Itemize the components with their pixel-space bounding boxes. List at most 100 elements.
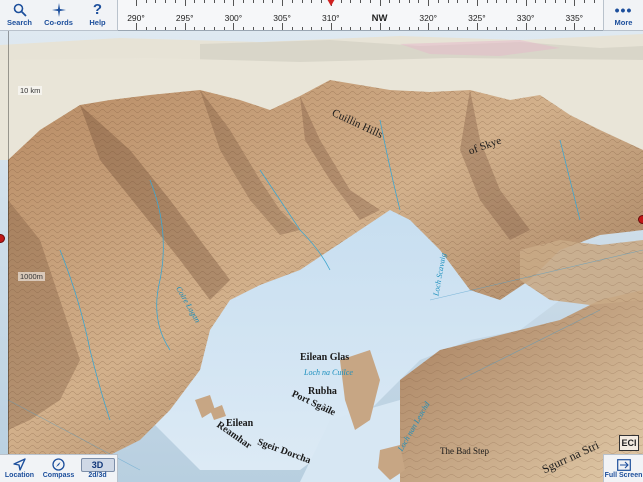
bearing-minor-tick [340, 27, 342, 30]
help-button[interactable]: ? Help [78, 0, 117, 30]
bearing-minor-tick [223, 27, 225, 30]
bearing-minor-tick [369, 27, 371, 30]
bearing-label: 310° [322, 13, 340, 23]
bearing-label: 305° [273, 13, 291, 23]
right-edge-marker[interactable] [638, 215, 643, 224]
bearing-top-tick [584, 0, 586, 3]
bearing-top-tick [282, 0, 284, 6]
full-screen-label: Full Screen [604, 472, 643, 479]
bearing-top-tick [213, 0, 215, 3]
compass-bearing-strip[interactable]: 290° 295° 300° 305° 310° NW 320° 325° 330° 335° [118, 0, 603, 31]
bearing-top-tick [379, 0, 381, 6]
heading-cursor-icon [326, 0, 335, 6]
bearing-minor-tick [389, 27, 391, 30]
bearing-minor-tick [311, 27, 313, 30]
location-button[interactable]: Location [0, 455, 39, 482]
full-screen-button[interactable]: Full Screen [604, 455, 643, 482]
bearing-top-tick [155, 0, 157, 3]
bearing-minor-tick [593, 27, 595, 30]
bearing-top-tick [233, 0, 235, 6]
bottom-left-toolbar: Location Compass 3D 2d/3d [0, 454, 118, 482]
bearing-label: 325° [468, 13, 486, 23]
bearing-top-tick [174, 0, 176, 3]
mode-3d-badge: 3D [80, 457, 115, 472]
bearing-minor-tick [301, 27, 303, 30]
bearing-minor-tick [272, 27, 274, 30]
label-eilean-glas: Eilean Glas [300, 352, 350, 363]
search-button[interactable]: Search [0, 0, 39, 30]
bearing-minor-tick [262, 27, 264, 30]
bearing-major-tick [476, 23, 478, 30]
bearing-top-tick [311, 0, 313, 3]
ecl-badge[interactable]: ECl [619, 435, 639, 451]
bearing-top-tick [389, 0, 391, 3]
bearing-top-tick [194, 0, 196, 3]
bearing-major-tick [184, 23, 186, 30]
bearing-minor-tick [194, 27, 196, 30]
bearing-top-tick [554, 0, 556, 3]
terrain-map-3d[interactable]: Cuillin Hills of Skye Loch Scavaig Eilea… [0, 0, 643, 482]
bearing-top-tick [262, 0, 264, 3]
bearing-label: 300° [224, 13, 243, 23]
scale-label-top: 10 km [18, 86, 43, 95]
label-rubha: Rubha [308, 386, 337, 397]
bearing-top-tick [145, 0, 147, 3]
bearing-minor-tick [418, 27, 420, 30]
bearing-top-tick [321, 0, 323, 3]
bearing-minor-tick [213, 27, 215, 30]
bearing-top-tick [418, 0, 420, 3]
help-label: Help [89, 18, 106, 27]
bearing-minor-tick [554, 27, 556, 30]
bearing-top-tick [223, 0, 225, 3]
bearing-minor-tick [291, 27, 293, 30]
compass-button[interactable]: Compass [39, 455, 78, 482]
question-mark-icon: ? [92, 1, 103, 18]
bearing-top-tick [476, 0, 478, 6]
bearing-top-tick [301, 0, 303, 3]
bearing-top-tick [593, 0, 595, 3]
bearing-top-tick [447, 0, 449, 3]
bearing-minor-tick [204, 27, 206, 30]
bearing-top-tick [574, 0, 576, 6]
bearing-top-tick [360, 0, 362, 3]
bearing-top-tick [291, 0, 293, 3]
crosshair-icon [51, 1, 66, 18]
more-button[interactable]: ••• More [604, 0, 643, 30]
mode-label: 2d/3d [88, 472, 107, 479]
top-left-toolbar: Search Co-ords ? Help [0, 0, 118, 31]
bearing-top-tick [165, 0, 167, 3]
bearing-label: 295° [175, 13, 194, 23]
bearing-major-tick [525, 23, 527, 30]
bearing-minor-tick [447, 27, 449, 30]
bearing-top-tick [457, 0, 459, 3]
bearing-minor-tick [165, 27, 167, 30]
bearing-top-tick [350, 0, 352, 3]
mode-toggle-button[interactable]: 3D 2d/3d [78, 455, 117, 482]
bearing-top-tick [428, 0, 430, 6]
bearing-minor-tick [545, 27, 547, 30]
bearing-top-tick [184, 0, 186, 6]
bearing-minor-tick [252, 27, 254, 30]
bearing-top-tick [272, 0, 274, 3]
bearing-major-tick [282, 23, 284, 30]
search-label: Search [6, 18, 33, 27]
bearing-major-tick [136, 23, 137, 30]
bearing-label: 330° [516, 13, 535, 23]
bearing-major-tick [330, 23, 332, 30]
coords-button[interactable]: Co-ords [39, 0, 78, 30]
bearing-minor-tick [350, 27, 352, 30]
bearing-minor-tick [457, 27, 459, 30]
bearing-major-tick [379, 23, 381, 30]
bearing-minor-tick [496, 27, 498, 30]
bearing-major-tick [428, 23, 430, 30]
bearing-label: 335° [565, 13, 584, 23]
more-label: More [614, 18, 633, 27]
full-screen-icon [616, 457, 631, 472]
bearing-minor-tick [243, 27, 245, 30]
bearing-major-tick [233, 23, 235, 30]
label-loch-na-cuilce: Loch na Cuilce [304, 368, 353, 377]
bearing-top-tick [252, 0, 254, 3]
bearing-minor-tick [535, 27, 537, 30]
scale-label-mid: 1000m [18, 272, 45, 281]
bearing-top-tick [545, 0, 547, 3]
